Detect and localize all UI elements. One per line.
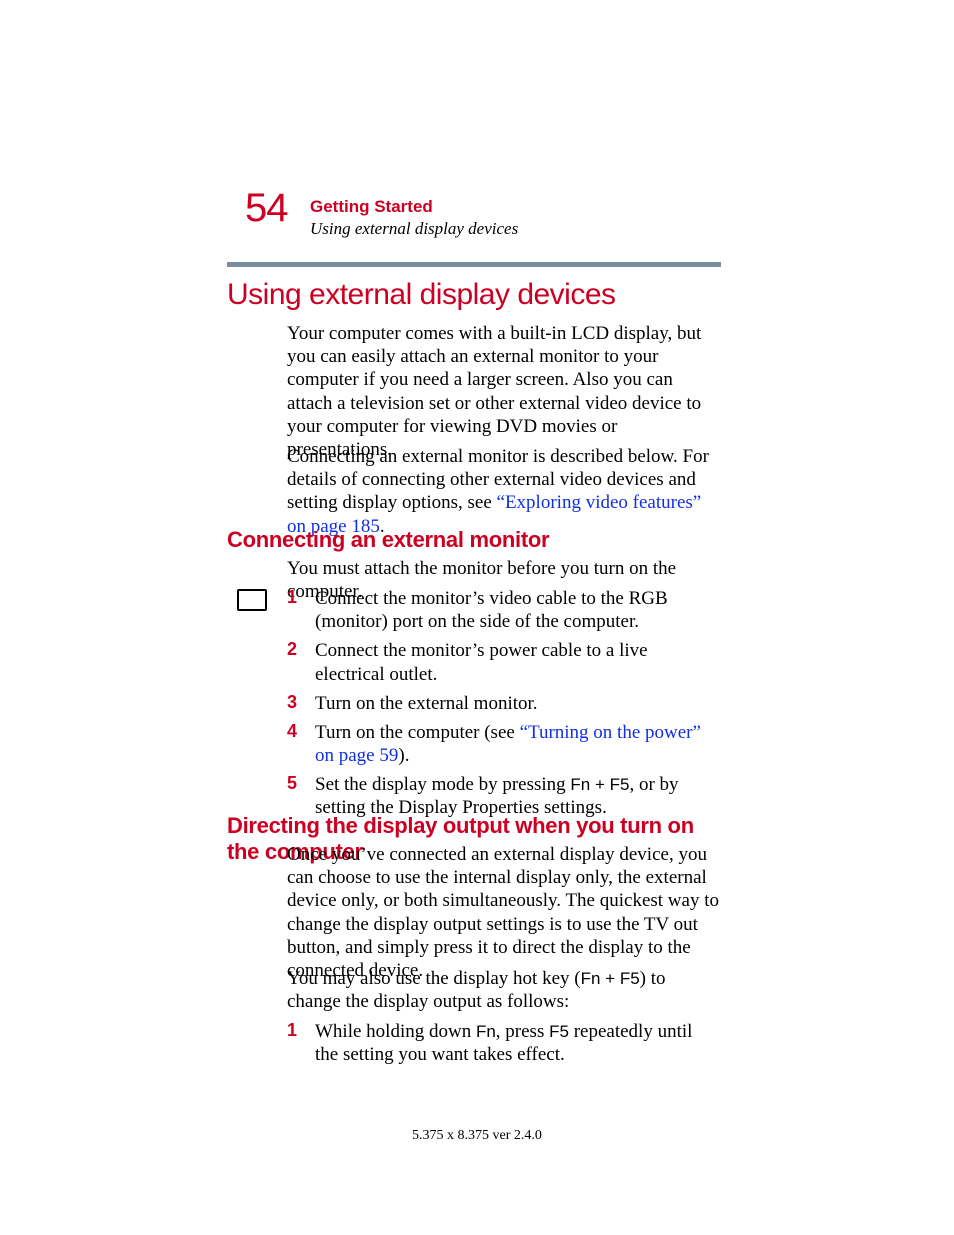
page-number: 54	[245, 188, 288, 228]
step-number: 1	[287, 1020, 315, 1066]
direct-paragraph-1: Once you’ve connected an external displa…	[287, 843, 719, 982]
step-2: 2 Connect the monitor’s power cable to a…	[287, 639, 719, 685]
key-plus: +	[590, 775, 609, 794]
key-fn: Fn	[476, 1022, 496, 1041]
key-f5: F5	[549, 1022, 569, 1041]
step-number: 2	[287, 639, 315, 685]
intro-paragraph-1: Your computer comes with a built-in LCD …	[287, 322, 719, 461]
step-text: Connect the monitor’s power cable to a l…	[315, 639, 719, 685]
direct-paragraph-2: You may also use the display hot key (Fn…	[287, 967, 719, 1013]
key-f5: F5	[620, 969, 640, 988]
section-subtitle: Using external display devices	[310, 219, 518, 239]
key-fn: Fn	[581, 969, 601, 988]
step-text: Connect the monitor’s video cable to the…	[315, 587, 719, 633]
step-b1-b: , press	[496, 1021, 549, 1042]
step-number: 3	[287, 692, 315, 715]
horizontal-rule	[227, 262, 721, 267]
step-number: 1	[287, 587, 315, 633]
direct-p2-a: You may also use the display hot key (	[287, 968, 581, 989]
key-fn: Fn	[570, 775, 590, 794]
step-4: 4 Turn on the computer (see “Turning on …	[287, 721, 719, 767]
step-3: 3 Turn on the external monitor.	[287, 692, 719, 715]
key-f5: F5	[610, 775, 630, 794]
key-plus: +	[600, 969, 619, 988]
step-text: While holding down Fn, press F5 repeated…	[315, 1020, 719, 1066]
step-1: 1 Connect the monitor’s video cable to t…	[287, 587, 719, 633]
step-text: Turn on the external monitor.	[315, 692, 719, 715]
step-4a: Turn on the computer (see	[315, 722, 520, 743]
intro-paragraph-2: Connecting an external monitor is descri…	[287, 445, 719, 538]
page: 54 Getting Started Using external displa…	[0, 0, 954, 1235]
step-text: Turn on the computer (see “Turning on th…	[315, 721, 719, 767]
heading-connecting-monitor: Connecting an external monitor	[227, 527, 549, 553]
step-4b: ).	[398, 745, 409, 766]
steps-a: 1 Connect the monitor’s video cable to t…	[287, 587, 719, 826]
step-b1: 1 While holding down Fn, press F5 repeat…	[287, 1020, 719, 1066]
steps-b: 1 While holding down Fn, press F5 repeat…	[287, 1020, 719, 1072]
step-5a: Set the display mode by pressing	[315, 774, 570, 795]
heading-main: Using external display devices	[227, 278, 616, 312]
monitor-icon	[237, 589, 267, 611]
step-b1-a: While holding down	[315, 1021, 476, 1042]
step-number: 4	[287, 721, 315, 767]
chapter-title: Getting Started	[310, 197, 433, 217]
footer-version: 5.375 x 8.375 ver 2.4.0	[0, 1128, 954, 1144]
